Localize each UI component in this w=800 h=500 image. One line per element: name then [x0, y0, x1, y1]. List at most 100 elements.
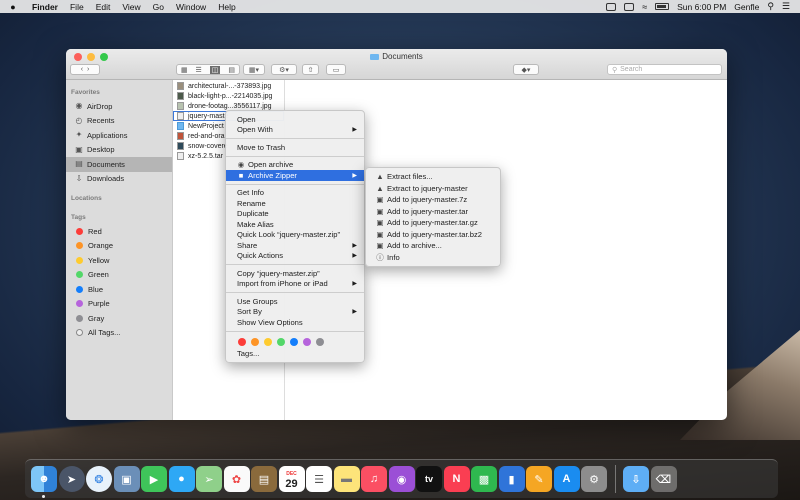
safari-icon[interactable]: ❂ [86, 466, 112, 492]
sidebar-tag-green[interactable]: Green [66, 268, 172, 283]
facetime-icon[interactable]: ▶ [141, 466, 167, 492]
sidebar-item-downloads[interactable]: ⇩ Downloads [66, 172, 172, 187]
search-icon[interactable]: ⚲ [767, 1, 774, 12]
tag-purple-dot[interactable] [303, 337, 311, 346]
menu-item-open-with[interactable]: Open With ▶ [226, 125, 364, 136]
app-store-icon[interactable]: A [553, 466, 580, 492]
sidebar-tag-red[interactable]: Red [66, 224, 172, 239]
battery-icon[interactable] [655, 3, 670, 10]
apple-menu-icon[interactable]: ● [0, 2, 26, 12]
user-name[interactable]: Genfle [734, 2, 759, 12]
list-view-icon[interactable]: ☰ [196, 66, 202, 74]
display-icon[interactable] [606, 2, 617, 11]
menu-edit[interactable]: Edit [90, 2, 117, 12]
reminders-icon[interactable]: ☰ [306, 466, 332, 492]
sidebar-tag-gray[interactable]: Gray [66, 311, 172, 326]
back-forward-buttons[interactable]: ‹ › [70, 64, 100, 75]
menu-item-duplicate[interactable]: Duplicate [226, 209, 364, 220]
control-center-icon[interactable]: ☰ [782, 1, 790, 12]
trash-icon[interactable]: ⌫ [650, 466, 677, 492]
submenu-item-add-tar-gz[interactable]: ▣ Add to jquery-master.tar.gz [366, 217, 500, 229]
system-preferences-icon[interactable]: ⚙ [581, 466, 607, 492]
submenu-item-extract-to[interactable]: ▲ Extract to jquery-master [366, 183, 500, 195]
submenu-item-extract-files[interactable]: ▲ Extract files... [366, 171, 500, 183]
sidebar-tag-orange[interactable]: Orange [66, 239, 172, 254]
menu-item-quick-look[interactable]: Quick Look “jquery-master.zip” [226, 230, 364, 241]
file-item[interactable]: black-light-p...-2214035.jpg [173, 91, 284, 101]
icon-view-icon[interactable]: ▦ [181, 66, 188, 74]
tag-green-dot[interactable] [277, 337, 285, 346]
sidebar-tag-yellow[interactable]: Yellow [66, 253, 172, 268]
sidebar-item-recents[interactable]: ◴ Recents [66, 114, 172, 129]
sidebar-item-desktop[interactable]: ▣ Desktop [66, 143, 172, 158]
submenu-item-add-tar[interactable]: ▣ Add to jquery-master.tar [366, 206, 500, 218]
menu-go[interactable]: Go [147, 2, 170, 12]
submenu-item-info[interactable]: ⓘ Info [366, 252, 500, 264]
column-view-icon[interactable]: ◫ [209, 65, 221, 74]
finder-icon[interactable]: ☻ [31, 466, 57, 492]
dropbox-icon[interactable]: ◆▾ [513, 64, 539, 75]
menu-view[interactable]: View [116, 2, 146, 12]
podcasts-icon[interactable]: ◉ [388, 466, 415, 492]
menu-item-sort-by[interactable]: Sort By ▶ [226, 307, 364, 318]
menu-item-get-info[interactable]: Get Info [226, 188, 364, 199]
sidebar-item-airdrop[interactable]: ◉ AirDrop [66, 99, 172, 114]
preview-icon[interactable]: ▣ [113, 466, 140, 492]
menu-window[interactable]: Window [170, 2, 212, 12]
menu-item-make-alias[interactable]: Make Alias [226, 219, 364, 230]
menu-item-open-archive[interactable]: ◉ Open archive [226, 160, 364, 171]
tag-gray-dot[interactable] [316, 337, 324, 346]
sidebar-tag-purple[interactable]: Purple [66, 297, 172, 312]
numbers-icon[interactable]: ▩ [471, 466, 497, 492]
maps-icon[interactable]: ➢ [196, 466, 222, 492]
menu-file[interactable]: File [64, 2, 90, 12]
menu-item-copy[interactable]: Copy “jquery-master.zip” [226, 268, 364, 279]
gallery-view-icon[interactable]: ▤ [228, 66, 235, 74]
share-icon[interactable]: ⇧ [302, 64, 319, 75]
launchpad-icon[interactable]: ➤ [58, 466, 85, 492]
menu-item-open[interactable]: Open [226, 114, 364, 125]
group-by-button[interactable]: ▦▾ [243, 64, 265, 75]
photos-icon[interactable]: ✿ [223, 466, 250, 492]
search-field[interactable]: ⚲ Search [607, 64, 722, 75]
clock[interactable]: Sun 6:00 PM [677, 2, 726, 12]
sidebar-tag-blue[interactable]: Blue [66, 282, 172, 297]
menu-item-share[interactable]: Share ▶ [226, 240, 364, 251]
news-icon[interactable]: N [443, 466, 470, 492]
menu-item-show-view-options[interactable]: Show View Options [226, 317, 364, 328]
sidebar-tag-all[interactable]: All Tags... [66, 326, 172, 341]
wifi-icon[interactable]: ≈ [642, 2, 647, 12]
tag-orange-dot[interactable] [251, 337, 259, 346]
view-mode-control[interactable]: ▦ ☰ ◫ ▤ [176, 64, 240, 75]
submenu-item-add-to-archive[interactable]: ▣ Add to archive... [366, 240, 500, 252]
menu-item-import-from-iphone[interactable]: Import from iPhone or iPad ▶ [226, 279, 364, 290]
menu-item-quick-actions[interactable]: Quick Actions ▶ [226, 251, 364, 262]
tag-yellow-dot[interactable] [264, 337, 272, 346]
notes-book-icon[interactable]: ▤ [251, 466, 277, 492]
menu-item-move-to-trash[interactable]: Move to Trash [226, 142, 364, 153]
tag-red-dot[interactable] [238, 337, 246, 346]
menu-finder[interactable]: Finder [26, 2, 64, 12]
edit-tags-icon[interactable]: ▭ [326, 64, 346, 75]
menu-item-rename[interactable]: Rename [226, 198, 364, 209]
action-gear-icon[interactable]: ⚙▾ [271, 64, 297, 75]
sidebar-item-documents[interactable]: ▤ Documents [66, 157, 172, 172]
menu-item-archive-zipper[interactable]: ■ Archive Zipper ▶ [226, 170, 364, 181]
calendar-icon[interactable]: DEC 29 [278, 466, 305, 492]
file-item[interactable]: architectural-...-373893.jpg [173, 81, 284, 91]
tv-icon[interactable]: tv [416, 466, 442, 492]
menu-item-use-groups[interactable]: Use Groups [226, 296, 364, 307]
notes-icon[interactable]: ▬ [333, 466, 360, 492]
menu-item-tags[interactable]: Tags... [226, 349, 364, 360]
submenu-item-add-tar-bz2[interactable]: ▣ Add to jquery-master.tar.bz2 [366, 229, 500, 241]
music-icon[interactable]: ♫ [361, 466, 387, 492]
messages-icon[interactable]: ● [168, 466, 195, 492]
submenu-item-add-7z[interactable]: ▣ Add to jquery-master.7z [366, 194, 500, 206]
pages-icon[interactable]: ✎ [526, 466, 552, 492]
downloads-stack-icon[interactable]: ⇩ [623, 466, 649, 492]
menu-help[interactable]: Help [212, 2, 241, 12]
sidebar-item-applications[interactable]: ✦ Applications [66, 128, 172, 143]
archive-zipper-menubar-icon[interactable] [624, 2, 635, 11]
keynote-icon[interactable]: ▮ [498, 466, 525, 492]
tag-blue-dot[interactable] [290, 337, 298, 346]
